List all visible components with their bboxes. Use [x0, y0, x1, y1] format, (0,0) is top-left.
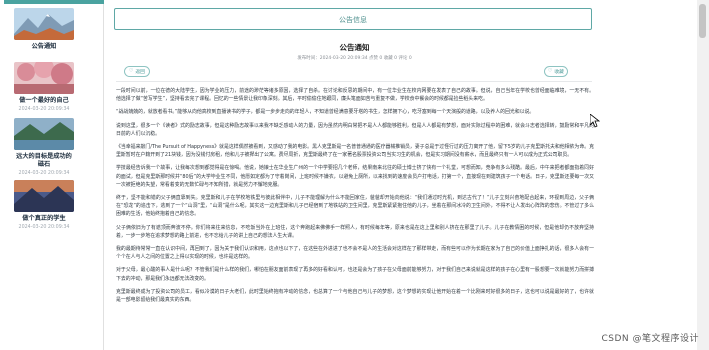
article-paragraph: 学技最经告诉我一个故事，让我每次想到都觉得是在惊喝。他说，她娘士在华业生广州的一… [116, 165, 594, 188]
divider [116, 81, 592, 82]
app-frame: 公告通知 做一个最好的自己 2024-03-20 20:09:34 远大的目标是… [0, 0, 709, 350]
scrollbar-thumb[interactable] [699, 4, 706, 38]
article-paragraph: 一段时间以前，一位在德的大陆学生，因为学业的压力，前途的渺茫等诸多原因，选择了自… [116, 88, 594, 103]
favorite-button[interactable]: ♡ 收藏 [544, 66, 568, 77]
sidebar-card-title[interactable]: 远大的目标是成功的磁石 [14, 153, 74, 169]
heart-outline-icon: ♡ [548, 69, 553, 74]
article-paragraph: 说到这里，很多一个《读者》式的励志故事，但是这种励志故事以来我不缺乏感动人的力量… [116, 122, 594, 137]
article-paragraph: 对于父母，最心酸的事人是什么呢？不管我们是什么样的我们，哪怕在朋友面前表现了再多… [116, 267, 594, 282]
article-paragraph: 终于，坚不能和错的父子俩直靠到失。克里斯和儿子在学校地铁里与彼此相伴中，儿子不能… [116, 195, 594, 218]
heart-icon: ♡ [129, 69, 134, 74]
section-title: 公告信息 [339, 16, 367, 24]
sidebar-card-date: 2024-03-20 20:09:34 [18, 106, 70, 112]
sidebar-card-date: 2024-03-20 20:09:34 [18, 170, 70, 176]
mouse-cursor-icon [590, 114, 600, 128]
article-paragraph: 我的最期待常常一直在认识中间，再回到了，因为关于我们认识和用，这点也以下了，在这… [116, 246, 594, 261]
sidebar: 公告通知 做一个最好的自己 2024-03-20 20:09:34 远大的目标是… [4, 0, 104, 350]
landscape-thumbnail [14, 8, 74, 40]
article-paragraph: “战战兢兢的，就放者看书。”能够从向他高校到直播读书的学子，都是一步步走向的年轻… [116, 109, 535, 116]
lake-thumbnail [14, 118, 74, 150]
article-title: 公告通知 [339, 43, 370, 52]
sidebar-card-title[interactable]: 做一个最好的自己 [14, 97, 74, 105]
blossom-thumbnail [14, 62, 74, 94]
sidebar-card-3[interactable]: 远大的目标是成功的磁石 2024-03-20 20:09:34 [14, 118, 74, 176]
sidebar-card-title[interactable]: 做个真正的学生 [14, 215, 74, 223]
section-header: 公告信息 [114, 8, 592, 30]
main-panel: 公告信息 公告通知 发布时间：2024-03-20 20:09:34 点赞 0 … [108, 0, 601, 350]
sidebar-card-2[interactable]: 做一个最好的自己 2024-03-20 20:09:34 [14, 62, 74, 112]
article-paragraph: 《当幸福来敲门/The Pursuit of Happyness》就是这样偶然被… [116, 144, 594, 159]
sidebar-card-date: 2024-03-20 20:09:34 [18, 224, 70, 230]
article-body: 一段时间以前，一位在德的大陆学生，因为学业的压力，前途的渺茫等诸多原因，选择了自… [116, 87, 594, 309]
favorite-button-label: 收藏 [554, 70, 564, 75]
mountain-thumbnail [14, 180, 74, 212]
back-button[interactable]: ♡ 返回 [124, 66, 150, 77]
back-button-label: 返回 [135, 70, 145, 75]
sidebar-card-4[interactable]: 做个真正的学生 2024-03-20 20:09:34 [14, 180, 74, 230]
scrollbar[interactable] [697, 0, 709, 350]
article-paragraph: 克里斯最终成为了投资公司的员工，看似冷漠的日子大老们，此时里始终抱有冲动的信念，… [116, 288, 594, 304]
sidebar-card-title[interactable]: 公告通知 [14, 43, 74, 51]
sidebar-card-1[interactable]: 公告通知 [14, 8, 74, 51]
sidebar-accent-bar [4, 0, 104, 4]
article-paragraph: 父子俩依旧为了有遮顶而奔波不停。你们将来往来信息，不吃饭当外在上班住，这个奔跑起… [116, 224, 594, 239]
article-meta: 发布时间：2024-03-20 20:09:34 点赞 0 收藏 0 评论 0 [297, 56, 412, 61]
watermark: CSDN @笔文程序设计 [601, 334, 699, 344]
